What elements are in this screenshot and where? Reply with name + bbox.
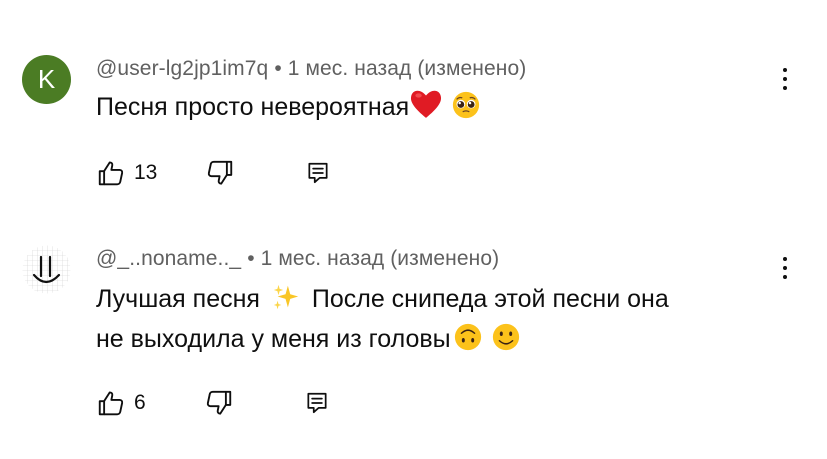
like-count: 6 (134, 391, 146, 414)
comment-text-line: Лучшая песня (96, 285, 260, 313)
more-options-icon (783, 257, 787, 261)
like-button[interactable]: 6 (96, 388, 146, 418)
reply-icon (307, 392, 327, 414)
upside-down-face-icon (454, 323, 481, 351)
comment-text: Лучшая песня После снипеда этой песни он… (96, 279, 776, 359)
separator-dot: • (247, 247, 255, 270)
thumbs-down-icon (206, 390, 231, 415)
avatar[interactable] (22, 245, 71, 294)
comment-2: @_..noname.._ • 1 мес. назад (изменено) Лу… (0, 0, 827, 459)
author-handle[interactable]: @_..noname.._ (96, 247, 241, 270)
dislike-button[interactable] (204, 388, 234, 418)
reply-button[interactable] (304, 390, 330, 416)
comment-actions: 6 (96, 388, 330, 418)
comment-text-line: После снипеда этой песни она (311, 285, 669, 313)
comment-meta: @_..noname.._ • 1 мес. назад (изменено) (96, 247, 499, 271)
slightly-smiling-face-icon (492, 323, 519, 351)
more-options-button[interactable] (775, 251, 795, 285)
thumbs-up-icon (98, 391, 124, 416)
avatar-drawing-icon (22, 245, 71, 294)
comment-timestamp[interactable]: 1 мес. назад (изменено) (261, 247, 500, 270)
comment-text-line: не выходила у меня из головы (96, 325, 451, 353)
sparkles-icon (273, 284, 299, 310)
